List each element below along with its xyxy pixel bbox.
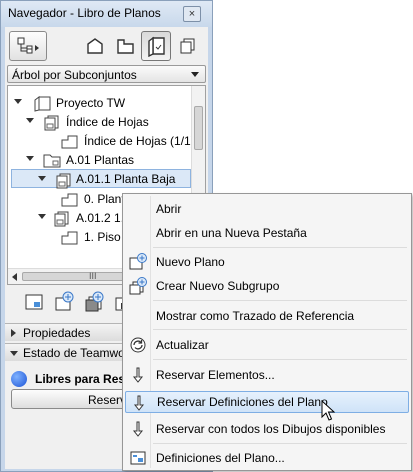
layout-settings-icon: [25, 294, 43, 310]
new-layout-icon: [129, 253, 147, 270]
project-map-button[interactable]: [81, 31, 111, 61]
status-dot: [11, 371, 27, 387]
menu-item-reservar-dibujos[interactable]: Reservar con todos los Dibujos disponibl…: [125, 418, 409, 440]
mouse-cursor-icon: [321, 400, 335, 421]
menu-item-label: Definiciones del Plano...: [156, 451, 285, 465]
subset-icon: [44, 115, 59, 131]
menu-item-label: Abrir: [156, 202, 182, 216]
tree-item-indice-sheet[interactable]: Índice de Hojas (1/1): [8, 131, 195, 150]
menu-item-label: Reservar Definiciones del Plano: [157, 395, 328, 409]
expand-arrow-icon[interactable]: [26, 118, 34, 123]
close-button[interactable]: ×: [183, 6, 201, 22]
menu-item-trazado[interactable]: Mostrar como Trazado de Referencia: [125, 305, 409, 327]
menu-item-abrir[interactable]: Abrir: [125, 198, 409, 220]
menu-item-abrir-pestana[interactable]: Abrir en una Nueva Pestaña: [125, 222, 409, 244]
dropdown-value: Árbol por Subconjuntos: [12, 68, 137, 82]
scroll-thumb[interactable]: [194, 106, 203, 150]
menu-item-reservar-elementos[interactable]: Reservar Elementos...: [125, 364, 409, 386]
tree-item-label: A.01 Plantas: [66, 153, 135, 167]
chevron-right-icon: [11, 329, 16, 337]
expand-arrow-icon[interactable]: [26, 156, 34, 161]
publisher-button[interactable]: [173, 31, 203, 61]
menu-item-definiciones[interactable]: Definiciones del Plano...: [125, 447, 409, 469]
menu-item-label: Reservar con todos los Dibujos disponibl…: [156, 422, 386, 436]
new-layout-button[interactable]: [53, 291, 75, 313]
reserve-arrow-icon: [132, 421, 144, 437]
layout-icon: [61, 193, 78, 207]
chevron-down-icon: [191, 72, 199, 77]
new-subset-icon: [129, 277, 147, 295]
expand-arrow-icon[interactable]: [38, 176, 46, 181]
reserve-arrow-icon: [132, 367, 144, 383]
hierarchy-icon: [17, 37, 39, 54]
menu-item-label: Abrir en una Nueva Pestaña: [156, 226, 307, 240]
tree-item-label: Índice de Hojas (1/1): [84, 134, 195, 148]
tree-item-label: 1. Piso: [84, 230, 121, 244]
tree-view-dropdown[interactable]: Árbol por Subconjuntos: [7, 65, 206, 83]
hierarchy-menu-button[interactable]: [9, 31, 47, 61]
section-title: Propiedades: [23, 326, 91, 340]
menu-item-label: Nuevo Plano: [156, 255, 225, 269]
new-subset-button[interactable]: [83, 291, 105, 313]
chevron-down-icon: [10, 351, 18, 356]
menu-separator: [153, 300, 407, 301]
tree-item-label: A.01.1 Planta Baja: [76, 172, 176, 186]
menu-item-nuevo-subgrupo[interactable]: Crear Nuevo Subgrupo: [125, 275, 409, 297]
menu-separator: [153, 329, 407, 330]
tree-item-label: Índice de Hojas: [66, 115, 149, 129]
scroll-grip: III: [89, 271, 97, 281]
layout-icon: [61, 231, 78, 245]
subset-icon: [54, 211, 69, 227]
tree-item-planta-baja[interactable]: A.01.1 Planta Baja: [11, 169, 191, 189]
context-menu: Abrir Abrir en una Nueva Pestaña Nuevo P…: [122, 193, 412, 471]
layout-settings-button[interactable]: [23, 291, 45, 313]
scroll-left-icon[interactable]: [12, 273, 17, 281]
new-layout-icon: [55, 291, 74, 311]
menu-item-nuevo-plano[interactable]: Nuevo Plano: [125, 251, 409, 273]
window-title: Navegador - Libro de Planos: [8, 6, 161, 20]
publisher-icon: [180, 38, 195, 54]
menu-separator: [153, 443, 407, 444]
tree-item-proyecto[interactable]: Proyecto TW: [8, 93, 191, 112]
menu-separator: [153, 359, 407, 360]
layout-book-button[interactable]: [141, 31, 171, 61]
layout-book-icon: [148, 36, 165, 57]
menu-item-label: Reservar Elementos...: [156, 368, 275, 382]
view-map-button[interactable]: [111, 31, 141, 61]
subset-icon: [56, 173, 71, 189]
title-bar[interactable]: Navegador - Libro de Planos ×: [1, 1, 212, 27]
menu-item-label: Mostrar como Trazado de Referencia: [156, 309, 355, 323]
tree-item-indice[interactable]: Índice de Hojas: [8, 112, 191, 131]
menu-item-actualizar[interactable]: Actualizar: [125, 334, 409, 356]
refresh-icon: [130, 337, 146, 353]
menu-separator: [153, 247, 407, 248]
expand-arrow-icon[interactable]: [14, 99, 22, 104]
menu-item-label: Actualizar: [156, 338, 209, 352]
layout-icon: [61, 135, 78, 149]
book-icon: [34, 96, 51, 112]
layout-settings-icon: [130, 451, 146, 465]
tree-item-label: Proyecto TW: [56, 96, 126, 110]
new-subset-icon: [85, 291, 104, 312]
view-map-icon: [117, 39, 134, 54]
section-title: Estado de Teamwo: [23, 346, 125, 360]
project-map-icon: [87, 38, 103, 54]
reserve-arrow-icon: [133, 395, 145, 411]
folder-icon: [43, 154, 61, 168]
tree-item-plantas[interactable]: A.01 Plantas: [8, 150, 191, 169]
menu-item-label: Crear Nuevo Subgrupo: [156, 279, 280, 293]
menu-item-reservar-definiciones[interactable]: Reservar Definiciones del Plano: [125, 391, 409, 413]
expand-arrow-icon[interactable]: [38, 214, 46, 219]
